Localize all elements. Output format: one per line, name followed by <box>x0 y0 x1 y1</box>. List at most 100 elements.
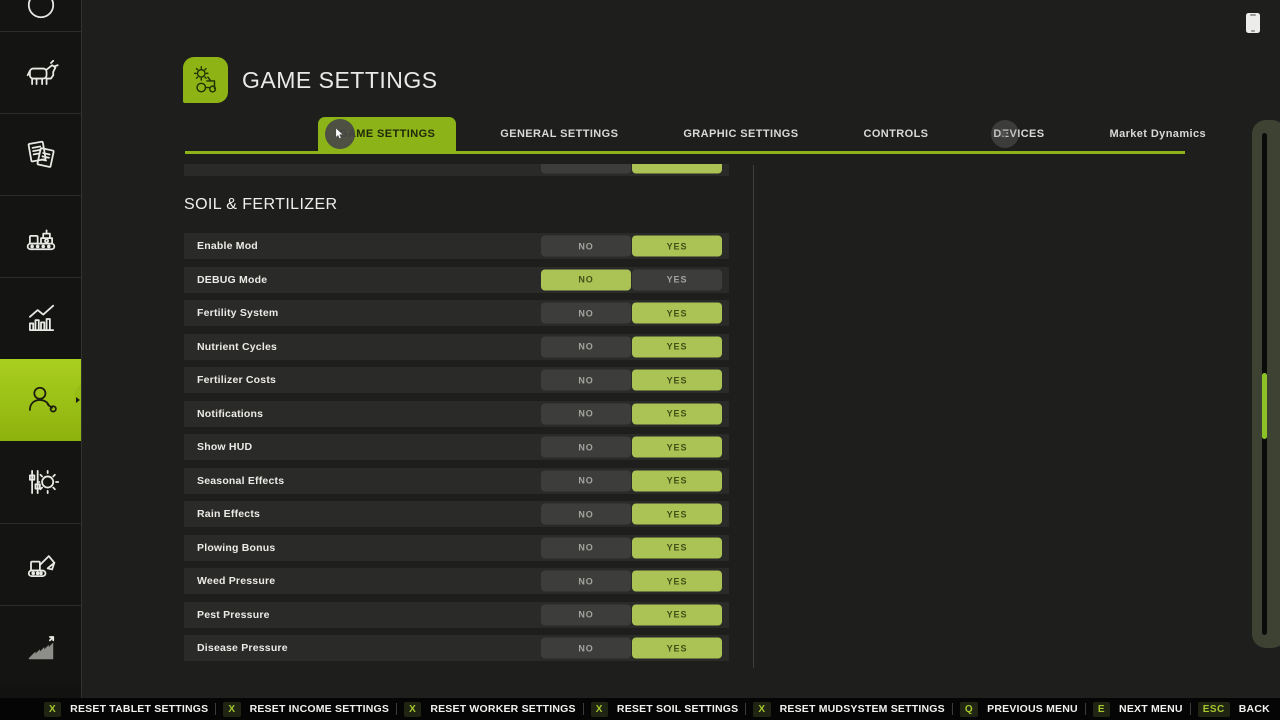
setting-row: Disease Pressure NO YES <box>184 635 729 661</box>
hint-separator <box>745 703 746 715</box>
player-settings-icon <box>21 380 61 420</box>
setting-row: Pest Pressure NO YES <box>184 602 729 628</box>
hint-label: RESET MUDSYSTEM SETTINGS <box>780 703 945 715</box>
toggle-yes-button[interactable]: YES <box>632 236 722 257</box>
sidebar-item-time[interactable] <box>0 0 81 31</box>
setting-label: Plowing Bonus <box>197 542 275 554</box>
hint-label: BACK <box>1239 703 1270 715</box>
keycap-x: X <box>44 702 61 717</box>
toggle-no-button[interactable]: NO <box>541 470 631 491</box>
setting-label: Fertility System <box>197 307 278 319</box>
toggle-yes-button[interactable]: YES <box>632 470 722 491</box>
sidebar-item-progress[interactable] <box>0 605 81 687</box>
setting-label: Weed Pressure <box>197 575 275 587</box>
tab-general-settings[interactable]: GENERAL SETTINGS <box>479 117 639 151</box>
hint-reset-worker[interactable]: X RESET WORKER SETTINGS <box>404 702 576 717</box>
toggle-group: NO YES <box>541 571 722 592</box>
sidebar-item-construction[interactable] <box>0 523 81 605</box>
setting-label: Fertilizer Costs <box>197 374 276 386</box>
cursor-ghost <box>991 120 1019 148</box>
scrollbar[interactable] <box>1252 120 1280 648</box>
setting-row: Fertility System NO YES <box>184 300 729 326</box>
hint-separator <box>952 703 953 715</box>
toggle-yes-button[interactable]: YES <box>632 303 722 324</box>
hint-reset-income[interactable]: X RESET INCOME SETTINGS <box>223 702 389 717</box>
scrollbar-thumb[interactable] <box>1262 373 1267 439</box>
toggle-yes-button[interactable]: YES <box>632 638 722 659</box>
hint-previous-menu[interactable]: Q PREVIOUS MENU <box>960 702 1078 717</box>
setting-row: Rain Effects NO YES <box>184 501 729 527</box>
settings-rows: Enable Mod NO YES DEBUG Mode NO YES Fert… <box>184 233 729 661</box>
toggle-no-button[interactable]: NO <box>541 269 631 290</box>
setting-label: Disease Pressure <box>197 642 288 654</box>
tractor-gear-icon <box>189 63 223 97</box>
time-icon <box>21 0 61 25</box>
setting-label: Show HUD <box>197 441 252 453</box>
mouse-cursor <box>325 119 355 149</box>
keybind-bar: X RESET TABLET SETTINGS X RESET INCOME S… <box>0 698 1280 720</box>
toggle-no-button[interactable]: NO <box>541 571 631 592</box>
setting-row: DEBUG Mode NO YES <box>184 267 729 293</box>
keycap-x: X <box>223 702 240 717</box>
game-tuning-icon <box>21 462 61 502</box>
setting-row: Nutrient Cycles NO YES <box>184 334 729 360</box>
excavator-icon <box>21 545 61 585</box>
hint-reset-soil[interactable]: X RESET SOIL SETTINGS <box>591 702 739 717</box>
game-settings-screen: GAME SETTINGS GAME SETTINGS GENERAL SETT… <box>0 0 1280 720</box>
toggle-no-button[interactable]: NO <box>541 236 631 257</box>
toggle-no-button[interactable]: NO <box>541 336 631 357</box>
setting-row: Plowing Bonus NO YES <box>184 535 729 561</box>
tab-graphic-settings[interactable]: GRAPHIC SETTINGS <box>662 117 819 151</box>
toggle-yes-button[interactable]: YES <box>632 537 722 558</box>
keycap-x: X <box>404 702 421 717</box>
hint-label: RESET INCOME SETTINGS <box>250 703 390 715</box>
toggle-no-button[interactable]: NO <box>541 437 631 458</box>
toggle-group: NO YES <box>541 604 722 625</box>
setting-row: Enable Mod NO YES <box>184 233 729 259</box>
setting-label: Nutrient Cycles <box>197 341 277 353</box>
setting-row: Show HUD NO YES <box>184 434 729 460</box>
cursor-arrow-icon <box>335 128 345 140</box>
toggle-yes-button[interactable]: YES <box>632 269 722 290</box>
clipped-row <box>184 164 729 177</box>
active-item-indicator <box>74 385 81 415</box>
toggle-no-button[interactable]: NO <box>541 303 631 324</box>
tab-controls[interactable]: CONTROLS <box>843 117 950 151</box>
toggle-no-button[interactable]: NO <box>541 403 631 424</box>
toggle-yes-button[interactable]: YES <box>632 571 722 592</box>
hint-separator <box>396 703 397 715</box>
hint-label: RESET TABLET SETTINGS <box>70 703 208 715</box>
toggle-no-button[interactable]: NO <box>541 604 631 625</box>
hint-reset-mudsystem[interactable]: X RESET MUDSYSTEM SETTINGS <box>753 702 944 717</box>
toggle-no-button[interactable]: NO <box>541 370 631 391</box>
sidebar-item-animals[interactable] <box>0 31 81 113</box>
hint-back[interactable]: ESC BACK <box>1198 702 1270 717</box>
toggle-yes-button[interactable]: YES <box>632 504 722 525</box>
setting-row: Seasonal Effects NO YES <box>184 468 729 494</box>
keycap-x: X <box>753 702 770 717</box>
sidebar-item-production[interactable] <box>0 195 81 277</box>
toggle-no-button[interactable]: NO <box>541 537 631 558</box>
toggle-group: NO YES <box>541 470 722 491</box>
sidebar-item-statistics[interactable] <box>0 277 81 359</box>
setting-label: Notifications <box>197 408 263 420</box>
toggle-yes-button[interactable]: YES <box>632 370 722 391</box>
toggle-no-button[interactable]: NO <box>541 504 631 525</box>
toggle-group: NO YES <box>541 370 722 391</box>
toggle-yes-button[interactable]: YES <box>632 604 722 625</box>
hint-next-menu[interactable]: E NEXT MENU <box>1093 702 1183 717</box>
setting-row: Notifications NO YES <box>184 401 729 427</box>
toggle-group: NO YES <box>541 336 722 357</box>
sidebar-item-player-settings[interactable] <box>0 359 81 441</box>
hint-reset-tablet[interactable]: X RESET TABLET SETTINGS <box>44 702 208 717</box>
toggle-yes-button[interactable]: YES <box>632 403 722 424</box>
sidebar-item-game-tuning[interactable] <box>0 441 81 523</box>
toggle-group: NO YES <box>541 403 722 424</box>
toggle-no-button[interactable]: NO <box>541 638 631 659</box>
sidebar-item-contracts[interactable] <box>0 113 81 195</box>
toggle-yes-button[interactable]: YES <box>632 336 722 357</box>
phone-status-icon <box>1246 13 1260 33</box>
tab-market-dynamics[interactable]: Market Dynamics <box>1089 117 1228 151</box>
toggle-yes-button[interactable]: YES <box>632 437 722 458</box>
toggle-group: NO YES <box>541 269 722 290</box>
